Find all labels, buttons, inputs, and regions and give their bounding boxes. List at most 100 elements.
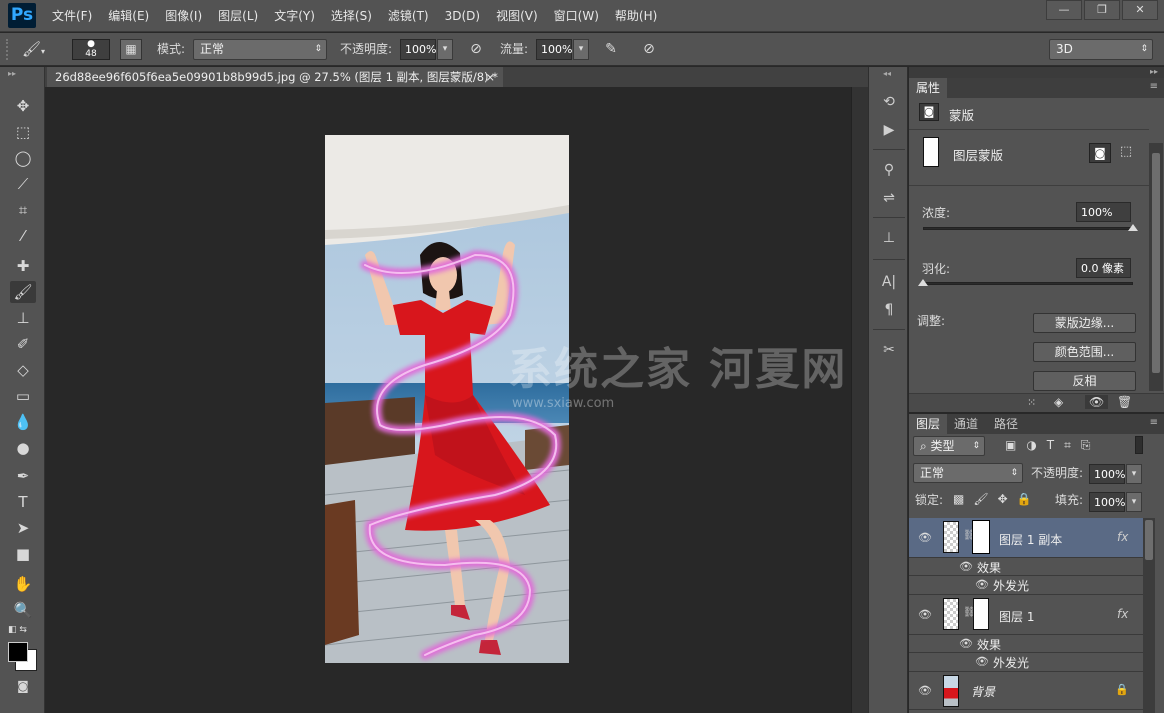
canvas-vertical-scrollbar[interactable] xyxy=(851,87,868,713)
minimize-button[interactable]: — xyxy=(1046,0,1082,20)
panel-menu-icon[interactable]: ≡ xyxy=(1150,417,1158,428)
effects-row[interactable]: 👁 效果 xyxy=(909,558,1143,576)
properties-scrollbar[interactable] xyxy=(1149,143,1163,391)
layer-row-layer1-copy[interactable]: 👁 ⛓ 图层 1 副本 fx xyxy=(909,518,1143,558)
airbrush-icon[interactable]: ✎ xyxy=(600,39,622,60)
menu-help[interactable]: 帮助(H) xyxy=(607,0,665,32)
feather-slider-knob[interactable] xyxy=(918,279,928,286)
effects-row[interactable]: 👁 效果 xyxy=(909,635,1143,653)
opacity-input[interactable]: 100% xyxy=(400,39,436,60)
menu-window[interactable]: 窗口(W) xyxy=(546,0,607,32)
lock-icons[interactable]: ▩🖌✥🔒 xyxy=(953,492,1041,506)
hand-tool-icon[interactable]: ✋ xyxy=(10,573,36,595)
restore-button[interactable]: ❐ xyxy=(1084,0,1120,20)
lasso-tool-icon[interactable]: ◯ xyxy=(10,147,36,169)
visibility-eye-icon[interactable]: 👁 xyxy=(918,608,932,621)
zoom-tool-icon[interactable]: 🔍 xyxy=(10,599,36,621)
expand-panels-icon[interactable]: ◂◂ xyxy=(883,69,891,78)
tab-layers[interactable]: 图层 xyxy=(909,414,948,434)
delete-mask-icon[interactable]: 🗑 xyxy=(1117,395,1132,409)
filter-toggle[interactable] xyxy=(1135,436,1143,454)
visibility-eye-icon[interactable]: 👁 xyxy=(918,531,932,544)
outer-glow-row[interactable]: 👁 外发光 xyxy=(909,653,1143,672)
visibility-eye-icon[interactable]: 👁 xyxy=(959,560,973,573)
mask-edge-button[interactable]: 蒙版边缘... xyxy=(1033,313,1136,333)
menu-image[interactable]: 图像(I) xyxy=(157,0,210,32)
layer-filter-dropdown[interactable]: ⌕ 类型 ⇕ xyxy=(913,436,985,456)
pressure-opacity-icon[interactable]: ⊘ xyxy=(466,39,486,60)
effects-badge[interactable]: fx xyxy=(1117,607,1128,621)
flow-input[interactable]: 100% xyxy=(536,39,572,60)
menu-filter[interactable]: 滤镜(T) xyxy=(380,0,437,32)
mode-dropdown[interactable]: 正常 ⇕ xyxy=(193,39,327,60)
apply-mask-icon[interactable]: ◈ xyxy=(1054,395,1063,409)
marquee-tool-icon[interactable]: ⬚ xyxy=(10,121,36,143)
healing-brush-tool-icon[interactable]: ✚ xyxy=(10,255,36,277)
layer-mask-thumbnail[interactable] xyxy=(972,520,990,554)
visibility-eye-icon[interactable]: 👁 xyxy=(959,637,973,650)
eyedropper-tool-icon[interactable]: ⁄ xyxy=(10,225,36,247)
gradient-tool-icon[interactable]: ▭ xyxy=(10,385,36,407)
layer-row-background[interactable]: 👁 背景 🔒 xyxy=(909,672,1143,710)
visibility-eye-icon[interactable]: 👁 xyxy=(975,578,989,591)
collapse-panel-icon[interactable]: ▸▸ xyxy=(1150,67,1158,76)
close-button[interactable]: ✕ xyxy=(1122,0,1158,20)
paragraph-panel-icon[interactable]: ¶ xyxy=(877,299,901,321)
brush-presets-icon[interactable]: ⇌ xyxy=(877,187,901,209)
clone-source-icon[interactable]: ⊥ xyxy=(877,227,901,249)
dodge-tool-icon[interactable]: ● xyxy=(10,437,36,459)
load-selection-icon[interactable]: ⁙ xyxy=(1027,396,1036,409)
history-panel-icon[interactable]: ⟲ xyxy=(877,91,901,113)
brush-panel-icon[interactable]: ⚲ xyxy=(877,159,901,181)
layer-filter-icons[interactable]: ▣◑T⌗⎘ xyxy=(1005,438,1101,453)
tab-properties[interactable]: 属性 xyxy=(909,78,948,98)
menu-3d[interactable]: 3D(D) xyxy=(437,0,488,32)
character-panel-icon[interactable]: A| xyxy=(877,271,901,293)
layer-opacity-input[interactable]: 100% xyxy=(1089,464,1125,484)
density-input[interactable]: 100% xyxy=(1076,202,1131,222)
add-vector-mask-icon[interactable]: ⬚ xyxy=(1115,143,1137,163)
color-range-button[interactable]: 颜色范围... xyxy=(1033,342,1136,362)
close-tab-icon[interactable]: × xyxy=(485,67,495,87)
effects-badge[interactable]: fx xyxy=(1117,530,1128,544)
select-pixel-mask-icon[interactable]: ◙ xyxy=(1089,143,1111,163)
clone-stamp-tool-icon[interactable]: ⊥ xyxy=(10,307,36,329)
menu-view[interactable]: 视图(V) xyxy=(488,0,546,32)
density-slider-knob[interactable] xyxy=(1128,224,1138,231)
path-selection-tool-icon[interactable]: ➤ xyxy=(10,517,36,539)
visibility-eye-icon[interactable]: 👁 xyxy=(975,655,989,668)
rectangle-tool-icon[interactable]: ■ xyxy=(10,543,36,565)
visibility-eye-icon[interactable]: 👁 xyxy=(918,684,932,697)
menu-layer[interactable]: 图层(L) xyxy=(210,0,266,32)
properties-scroll-thumb[interactable] xyxy=(1152,153,1160,373)
tab-paths[interactable]: 路径 xyxy=(987,414,1025,434)
crop-tool-icon[interactable]: ⌗ xyxy=(10,199,36,221)
workspace-dropdown[interactable]: 3D ⇕ xyxy=(1049,39,1153,60)
eraser-tool-icon[interactable]: ◇ xyxy=(10,359,36,381)
brush-tool-icon[interactable]: 🖌 xyxy=(10,281,36,303)
pressure-size-icon[interactable]: ⊘ xyxy=(638,39,660,60)
menu-edit[interactable]: 编辑(E) xyxy=(100,0,157,32)
menu-select[interactable]: 选择(S) xyxy=(323,0,380,32)
tool-presets-icon[interactable]: ✂ xyxy=(877,339,901,361)
blend-mode-dropdown[interactable]: 正常 ⇕ xyxy=(913,463,1023,483)
type-tool-icon[interactable]: T xyxy=(10,491,36,513)
density-slider-track[interactable] xyxy=(923,227,1133,230)
layers-scroll-thumb[interactable] xyxy=(1145,520,1153,560)
pen-tool-icon[interactable]: ✒ xyxy=(10,465,36,487)
outer-glow-row[interactable]: 👁 外发光 xyxy=(909,576,1143,595)
tab-channels[interactable]: 通道 xyxy=(947,414,985,434)
menu-file[interactable]: 文件(F) xyxy=(44,0,100,32)
layers-scrollbar[interactable] xyxy=(1143,518,1155,713)
layer-opacity-arrow[interactable]: ▾ xyxy=(1126,464,1142,484)
visibility-icon[interactable]: 👁 xyxy=(1085,395,1109,409)
brush-tool-preset-icon[interactable]: 🖌▾ xyxy=(22,39,62,60)
invert-button[interactable]: 反相 xyxy=(1033,371,1136,391)
flow-slider-arrow[interactable]: ▾ xyxy=(573,39,589,60)
move-tool-icon[interactable]: ✥ xyxy=(10,95,36,117)
menu-type[interactable]: 文字(Y) xyxy=(266,0,323,32)
quick-selection-tool-icon[interactable]: ⟋ xyxy=(10,173,36,195)
panel-menu-icon[interactable]: ≡ xyxy=(1150,81,1158,92)
opacity-slider-arrow[interactable]: ▾ xyxy=(437,39,453,60)
brush-panel-toggle-icon[interactable]: ▦ xyxy=(120,39,142,60)
